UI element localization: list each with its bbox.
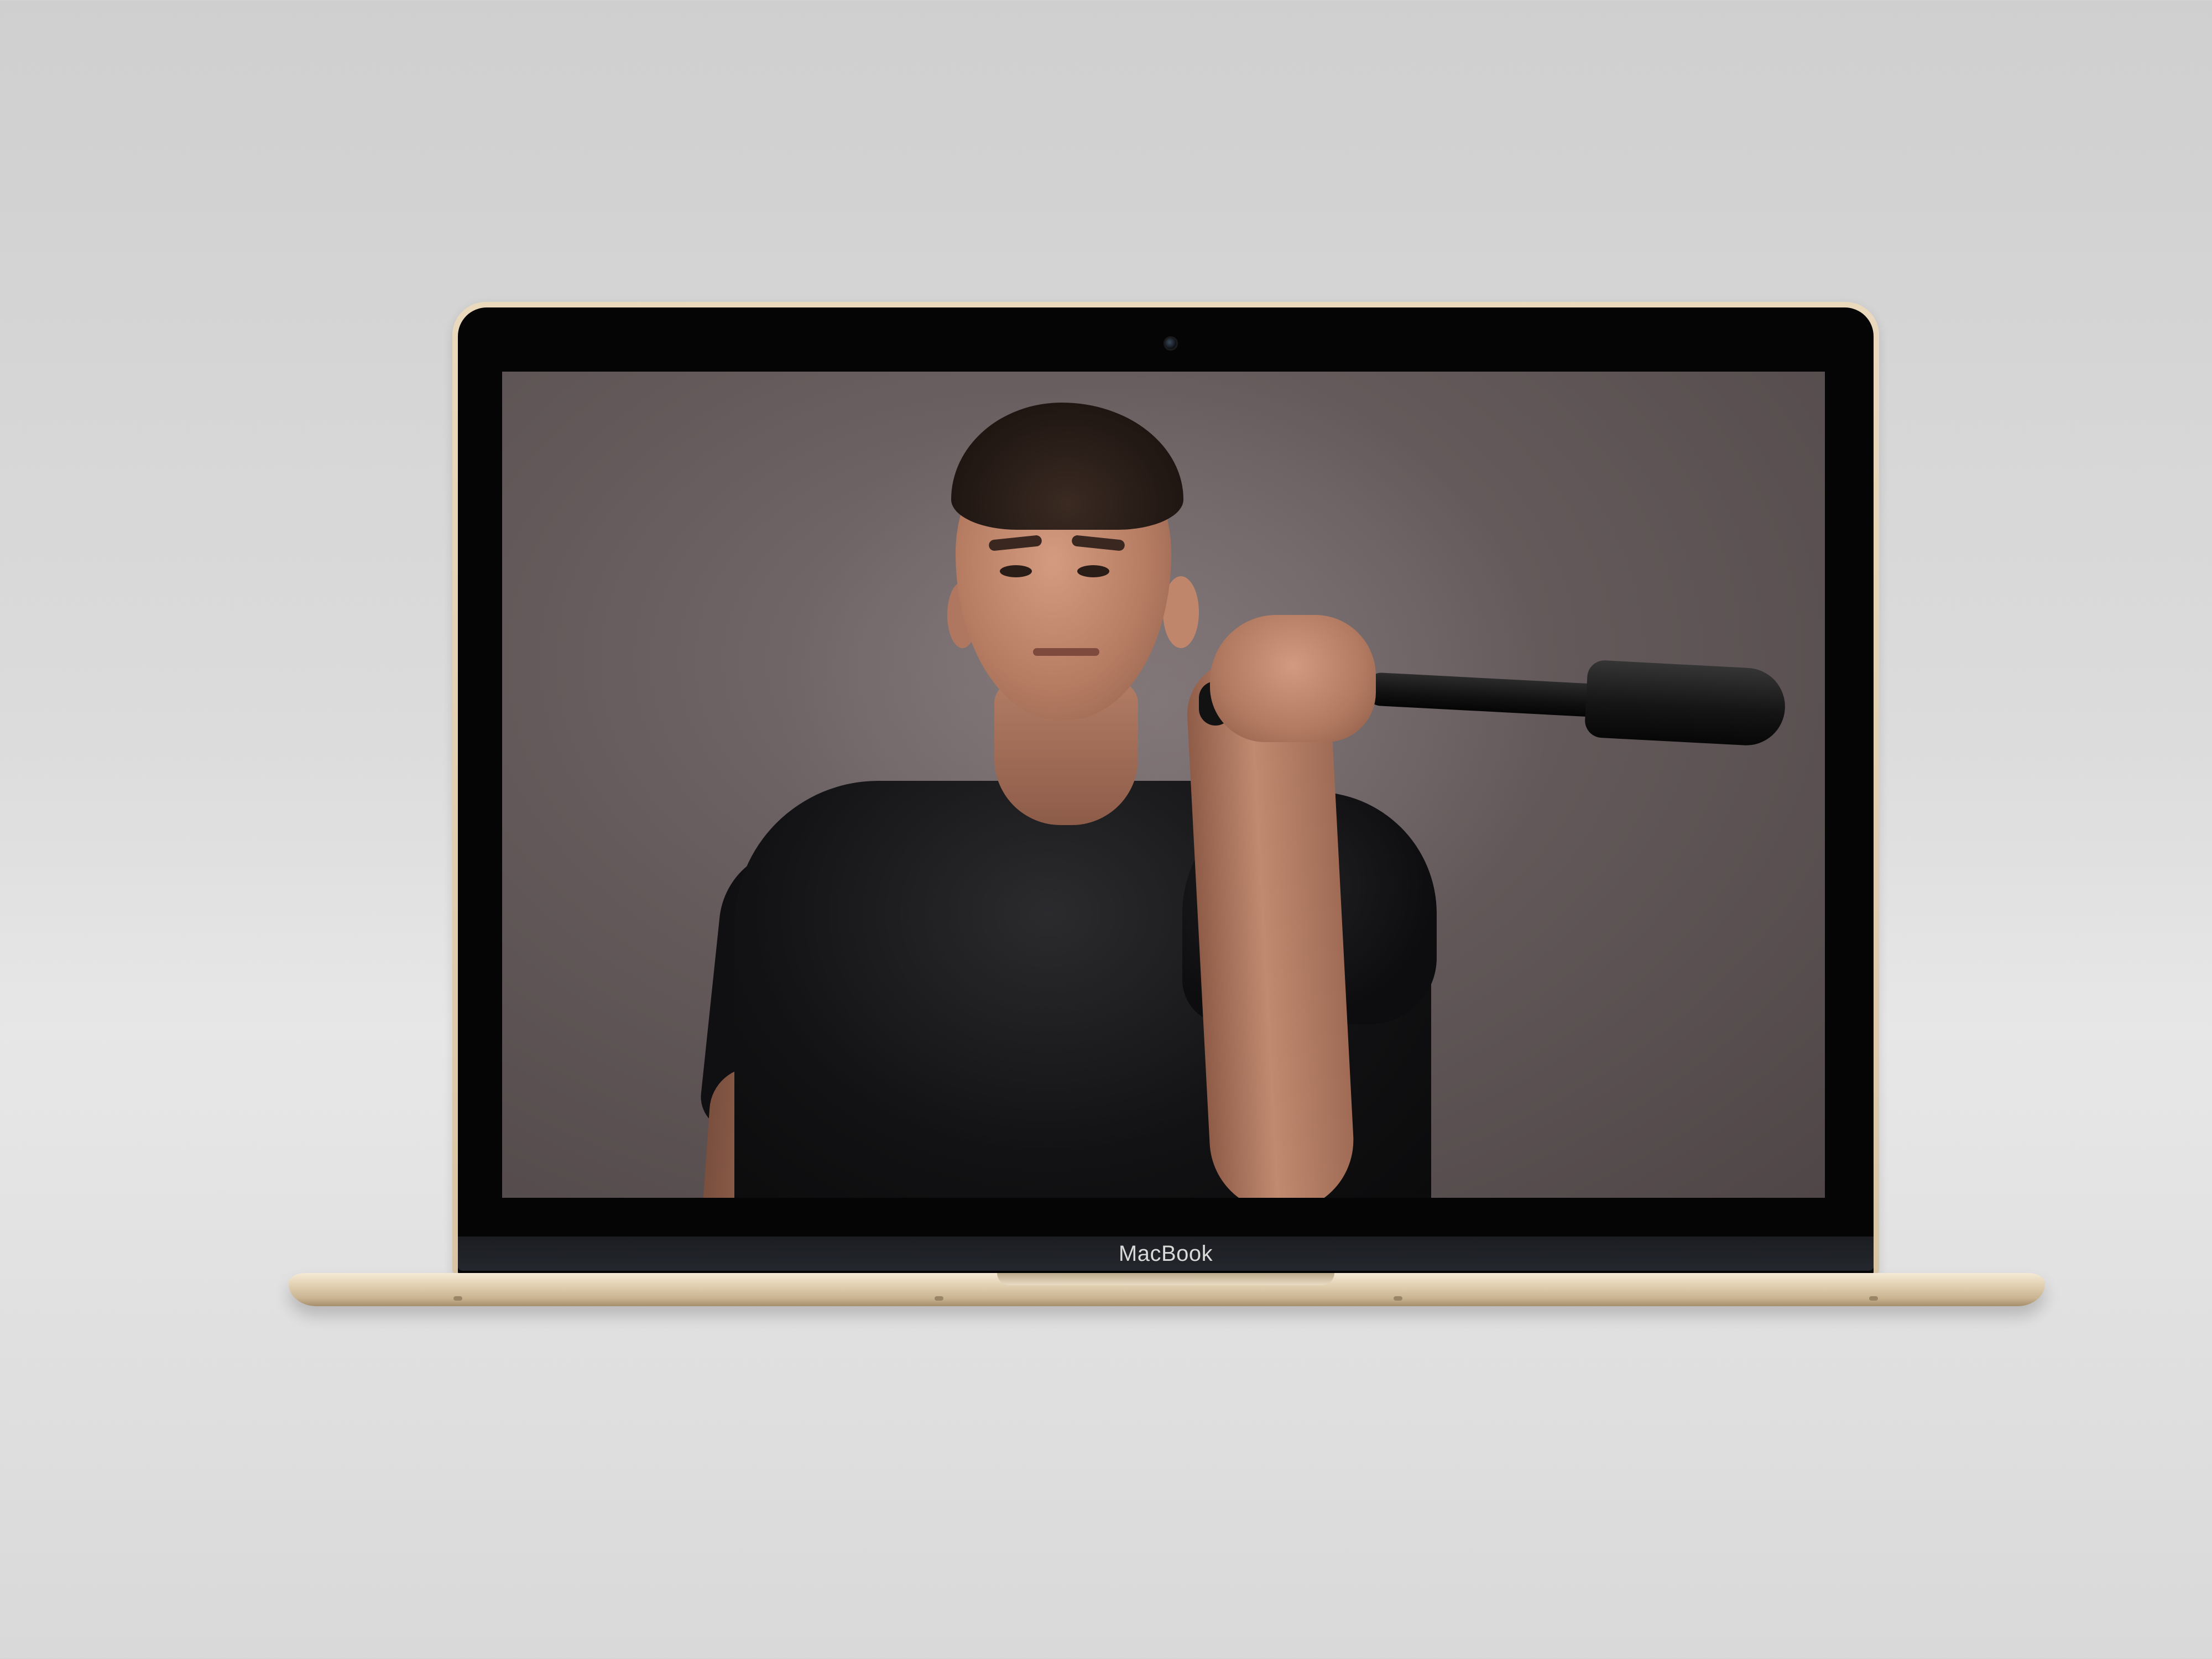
indian-club-body: [1584, 659, 1787, 748]
laptop-screen: [502, 372, 1825, 1198]
left-eye: [1000, 565, 1032, 577]
right-fist: [1210, 615, 1376, 742]
left-foot: [453, 1296, 462, 1301]
right-eye: [1077, 565, 1109, 577]
macbook-mockup-scene: MacBook: [0, 0, 2212, 1659]
right-foot: [1869, 1296, 1878, 1301]
left-center-foot: [935, 1296, 943, 1301]
brand-label: MacBook: [1118, 1241, 1213, 1266]
webcam-icon: [1164, 336, 1178, 351]
opening-notch: [997, 1273, 1334, 1285]
right-center-foot: [1394, 1296, 1402, 1301]
mouth: [1033, 648, 1099, 656]
